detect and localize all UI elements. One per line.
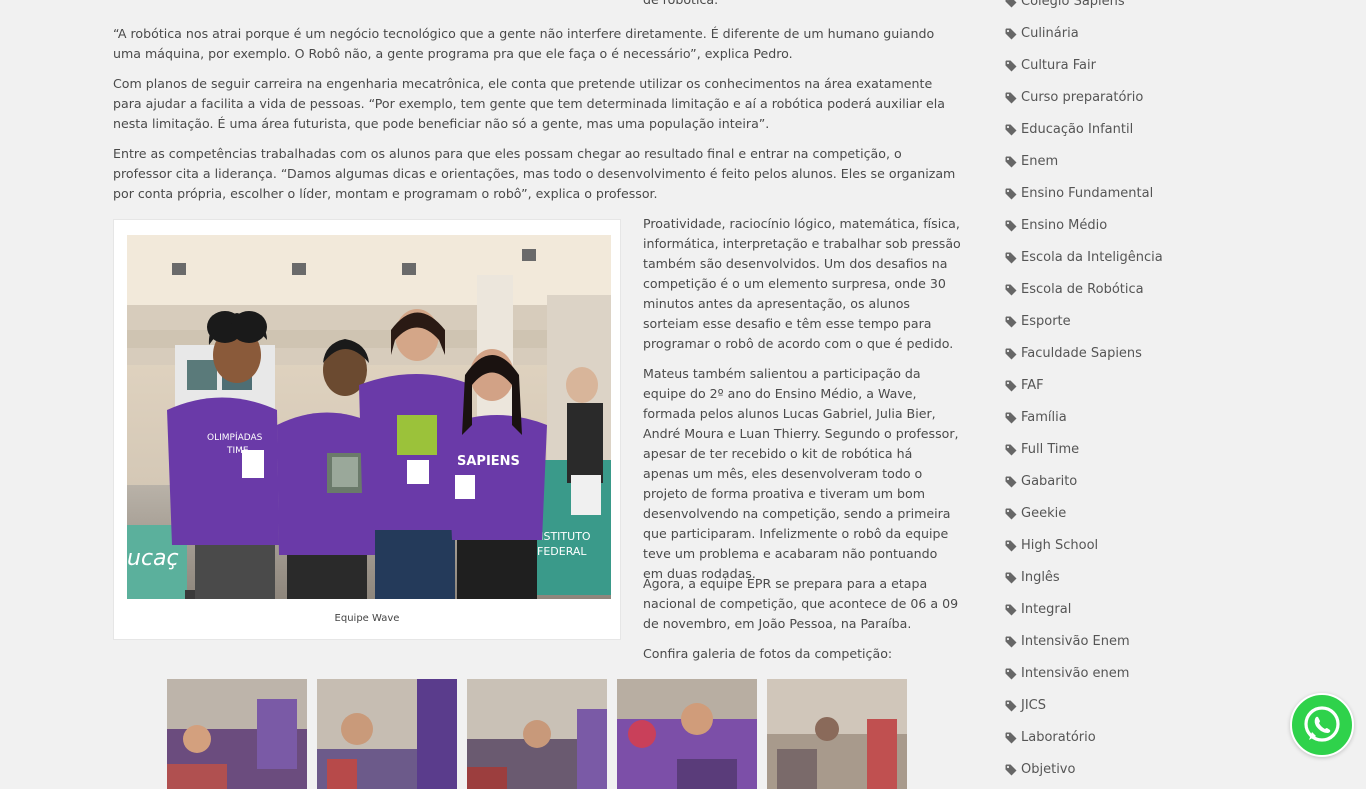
- tag-link[interactable]: Cultura Fair: [1005, 50, 1096, 82]
- tag-label: High School: [1021, 530, 1098, 562]
- article-paragraph: “A robótica nos atrai porque é um negóci…: [113, 24, 959, 64]
- tag-link[interactable]: Integral: [1005, 594, 1071, 626]
- tag-label: Família: [1021, 402, 1067, 434]
- tag-label: Colégio Sapiens: [1021, 0, 1125, 18]
- tag-icon: [1005, 380, 1017, 392]
- tag-icon: [1005, 220, 1017, 232]
- tag-icon: [1005, 764, 1017, 776]
- tag-icon: [1005, 316, 1017, 328]
- tag-link[interactable]: Educação Infantil: [1005, 114, 1133, 146]
- svg-text:ucaç: ucaç: [127, 546, 179, 571]
- tag-link[interactable]: Ensino Médio: [1005, 210, 1107, 242]
- photo-figure: INSTITUTO FEDERAL ucaç OLIMPÍADAS TIME: [113, 219, 621, 640]
- tag-label: Full Time: [1021, 434, 1079, 466]
- tag-label: Geekie: [1021, 498, 1066, 530]
- gallery-thumbnail[interactable]: [767, 679, 907, 789]
- tag-icon: [1005, 572, 1017, 584]
- tag-label: Intensivão Enem: [1021, 626, 1130, 658]
- article-paragraph: de robótica.: [643, 0, 961, 10]
- whatsapp-button[interactable]: [1290, 693, 1354, 757]
- tag-icon: [1005, 188, 1017, 200]
- tag-label: Cultura Fair: [1021, 50, 1096, 82]
- svg-text:FEDERAL: FEDERAL: [537, 545, 587, 558]
- gallery-thumbnail[interactable]: [617, 679, 757, 789]
- tag-label: Curso preparatório: [1021, 82, 1143, 114]
- article-paragraph: Com planos de seguir carreira na engenha…: [113, 74, 959, 134]
- gallery-thumbnail[interactable]: [317, 679, 457, 789]
- tag-icon: [1005, 668, 1017, 680]
- tag-link[interactable]: High School: [1005, 530, 1098, 562]
- gallery-thumbnail[interactable]: [467, 679, 607, 789]
- photo-caption: Equipe Wave: [114, 609, 620, 629]
- tag-link[interactable]: FAF: [1005, 370, 1044, 402]
- tag-icon: [1005, 604, 1017, 616]
- tag-link[interactable]: Inglês: [1005, 562, 1060, 594]
- tag-label: Escola da Inteligência: [1021, 242, 1163, 274]
- tag-link[interactable]: Colégio Sapiens: [1005, 0, 1125, 18]
- tag-label: Faculdade Sapiens: [1021, 338, 1142, 370]
- svg-text:SAPIENS: SAPIENS: [457, 454, 520, 469]
- tag-link[interactable]: Laboratório: [1005, 722, 1096, 754]
- gallery-thumbnail[interactable]: [167, 679, 307, 789]
- tag-link[interactable]: Curso preparatório: [1005, 82, 1143, 114]
- tag-icon: [1005, 60, 1017, 72]
- tag-label: Enem: [1021, 146, 1058, 178]
- tag-icon: [1005, 124, 1017, 136]
- tag-icon: [1005, 540, 1017, 552]
- tag-link[interactable]: Enem: [1005, 146, 1058, 178]
- tag-link[interactable]: Ensino Fundamental: [1005, 178, 1153, 210]
- tag-link[interactable]: Família: [1005, 402, 1067, 434]
- tag-link[interactable]: Esporte: [1005, 306, 1071, 338]
- tag-link[interactable]: Intensivão enem: [1005, 658, 1129, 690]
- tag-link[interactable]: Escola de Robótica: [1005, 274, 1144, 306]
- tag-label: FAF: [1021, 370, 1044, 402]
- tag-label: Integral: [1021, 594, 1071, 626]
- tag-link[interactable]: Culinária: [1005, 18, 1079, 50]
- tag-icon: [1005, 156, 1017, 168]
- tag-label: Ensino Médio: [1021, 210, 1107, 242]
- tag-icon: [1005, 476, 1017, 488]
- tag-label: Culinária: [1021, 18, 1079, 50]
- tag-link[interactable]: Geekie: [1005, 498, 1066, 530]
- tag-label: Esporte: [1021, 306, 1071, 338]
- tag-label: Inglês: [1021, 562, 1060, 594]
- tag-icon: [1005, 284, 1017, 296]
- tag-label: Laboratório: [1021, 722, 1096, 754]
- article-paragraph: Mateus também salientou a participação d…: [643, 364, 961, 584]
- whatsapp-icon: [1292, 695, 1352, 755]
- tag-icon: [1005, 348, 1017, 360]
- tag-link[interactable]: Faculdade Sapiens: [1005, 338, 1142, 370]
- article-paragraph: Entre as competências trabalhadas com os…: [113, 144, 959, 204]
- tag-link[interactable]: Escola da Inteligência: [1005, 242, 1163, 274]
- tag-icon: [1005, 700, 1017, 712]
- tag-label: JICS: [1021, 690, 1046, 722]
- tag-label: Ensino Fundamental: [1021, 178, 1153, 210]
- tag-icon: [1005, 92, 1017, 104]
- article-paragraph: Proatividade, raciocínio lógico, matemát…: [643, 214, 961, 354]
- article-paragraph: Confira galeria de fotos da competição:: [643, 644, 961, 664]
- tag-label: Escola de Robótica: [1021, 274, 1144, 306]
- tag-icon: [1005, 444, 1017, 456]
- tag-icon: [1005, 28, 1017, 40]
- tag-icon: [1005, 636, 1017, 648]
- tag-label: Objetivo: [1021, 754, 1075, 786]
- tag-icon: [1005, 732, 1017, 744]
- tag-link[interactable]: Gabarito: [1005, 466, 1077, 498]
- svg-text:OLIMPÍADAS: OLIMPÍADAS: [207, 431, 263, 443]
- tag-label: Intensivão enem: [1021, 658, 1129, 690]
- tag-link[interactable]: Objetivo: [1005, 754, 1075, 786]
- tag-icon: [1005, 508, 1017, 520]
- tag-icon: [1005, 0, 1017, 8]
- tag-label: Educação Infantil: [1021, 114, 1133, 146]
- tag-link[interactable]: Intensivão Enem: [1005, 626, 1130, 658]
- tag-link[interactable]: JICS: [1005, 690, 1046, 722]
- tag-label: Gabarito: [1021, 466, 1077, 498]
- tag-icon: [1005, 252, 1017, 264]
- tag-icon: [1005, 412, 1017, 424]
- article-paragraph: Agora, a equipe EPR se prepara para a et…: [643, 574, 961, 634]
- team-photo[interactable]: INSTITUTO FEDERAL ucaç OLIMPÍADAS TIME: [127, 235, 611, 599]
- tag-link[interactable]: Full Time: [1005, 434, 1079, 466]
